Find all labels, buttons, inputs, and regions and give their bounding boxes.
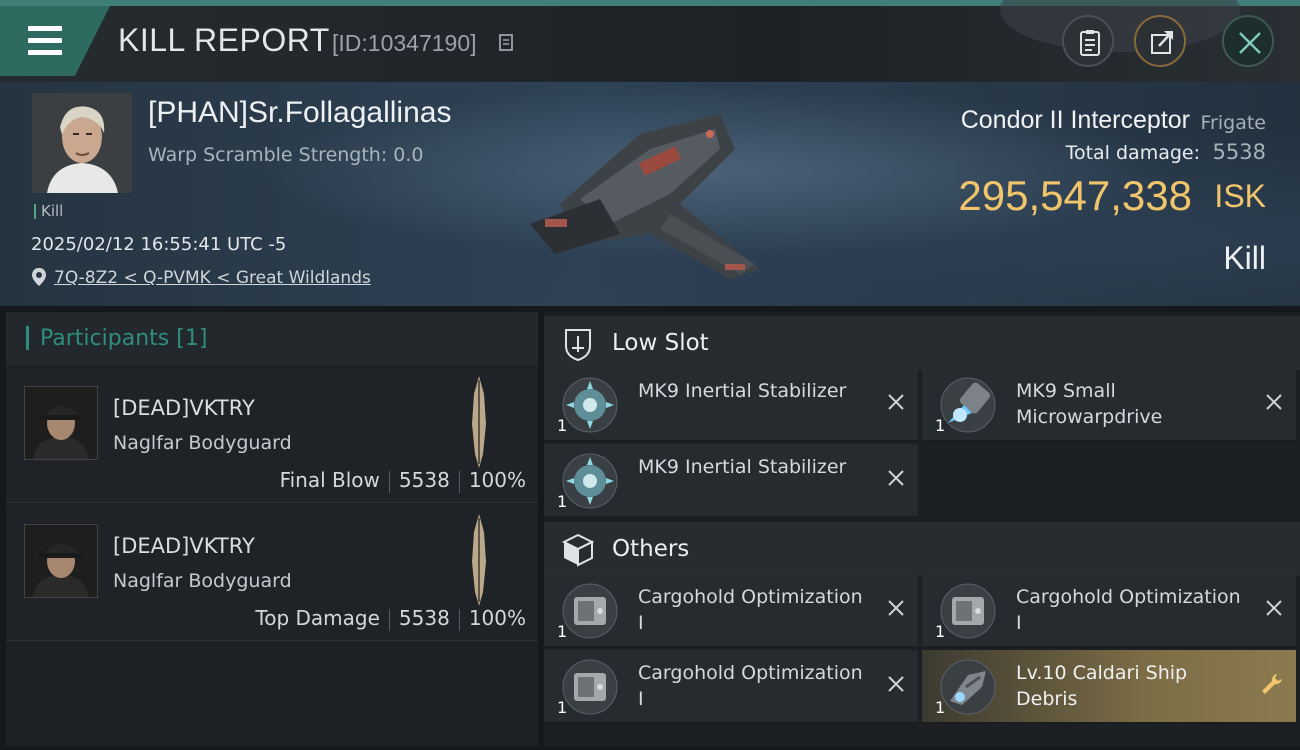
remove-icon[interactable] [1264,392,1284,412]
participant-damage: 5538 [398,468,450,492]
participant-stats: Top Damage 5538 100% [255,606,526,631]
victim-portrait[interactable] [32,93,132,193]
low-slot-icon [565,329,591,362]
location-link[interactable]: 7Q-8Z2 < Q-PVMK < Great Wildlands [54,268,371,288]
cargohold-icon [562,659,618,715]
location-pin-icon [32,268,46,286]
inertial-stabilizer-icon [562,377,618,433]
victim-avatar [32,93,132,193]
low-slot-header: Low Slot [544,316,1300,370]
share-icon [1151,31,1173,54]
participant-role: Final Blow [279,468,380,492]
cargohold-icon [940,583,996,639]
participant-avatar [24,386,98,460]
item-name: Cargohold Optimization I [1016,586,1241,634]
participant-ship: Naglfar Bodyguard [113,432,292,454]
page-title: KILL REPORT [118,22,330,58]
remove-icon[interactable] [1264,598,1284,618]
kill-tag: Kill [34,204,63,219]
report-id: [ID:10347190] [332,30,477,56]
participant-name[interactable]: [DEAD]VKTRY [113,396,255,420]
fitting-item[interactable]: 1 Cargohold Optimization I [544,650,918,724]
cargohold-icon [562,583,618,639]
victim-ship-image [530,114,760,279]
remove-icon[interactable] [886,468,906,488]
clipboard-button[interactable] [1062,15,1114,67]
item-name: MK9 Inertial Stabilizer [638,380,847,402]
participants-header: Participants [1] [6,312,538,366]
isk-unit: ISK [1214,178,1266,214]
clipboard-icon [1080,30,1100,56]
fitting-item[interactable]: 1 MK9 Inertial Stabilizer [544,368,918,442]
participant-ship-icon [472,514,486,606]
close-icon [1239,32,1261,54]
item-name: Lv.10 Caldari Ship Debris [1016,662,1188,710]
participant-stats: Final Blow 5538 100% [280,468,526,493]
planet-decoration [1000,0,1240,52]
participant-role: Top Damage [255,606,380,630]
participant-row[interactable]: [DEAD]VKTRY Naglfar Bodyguard Final Blow… [6,368,538,503]
fitting-item[interactable]: 1 Lv.10 Caldari Ship Debris [922,650,1296,724]
ship-debris-icon [940,659,996,715]
participants-panel: Participants [1] [DEAD]VKTRY Naglfar Bod… [6,312,538,746]
participant-percent: 100% [468,606,526,630]
total-damage-value: 5538 [1212,140,1266,164]
item-name: Cargohold Optimization I [638,586,863,634]
inertial-stabilizer-icon [562,453,618,509]
participants-count: [1] [176,326,208,351]
remove-icon[interactable] [886,598,906,618]
kill-outcome: Kill [1223,240,1266,276]
item-name: MK9 Inertial Stabilizer [638,456,847,478]
participants-title: Participants [1] [40,326,208,351]
kill-timestamp: 2025/02/12 16:55:41 UTC -5 [31,234,287,255]
share-button[interactable] [1134,15,1186,67]
low-slot-title: Low Slot [612,330,709,356]
participant-percent: 100% [468,468,526,492]
others-header: Others [544,522,1300,576]
ship-name[interactable]: Condor II Interceptor [961,106,1190,135]
wrench-icon[interactable] [1260,672,1284,696]
remove-icon[interactable] [886,392,906,412]
warp-scramble-strength: Warp Scramble Strength: 0.0 [148,144,424,166]
participant-ship: Naglfar Bodyguard [113,570,292,592]
participant-row[interactable]: [DEAD]VKTRY Naglfar Bodyguard Top Damage… [6,506,538,641]
isk-value: 295,547,338 [958,172,1192,219]
cube-icon [561,533,595,567]
microwarpdrive-icon [940,377,996,433]
participant-ship-icon [472,376,486,468]
item-name: Cargohold Optimization I [638,662,863,710]
item-quantity: 1 [935,416,946,435]
item-quantity: 1 [557,698,568,717]
victim-banner: [PHAN]Sr.Follagallinas Warp Scramble Str… [0,82,1300,306]
item-quantity: 1 [935,698,946,717]
others-title: Others [612,536,690,562]
item-name: MK9 Small Microwarpdrive [1016,380,1163,428]
close-button[interactable] [1222,15,1274,67]
victim-name[interactable]: [PHAN]Sr.Follagallinas [148,96,451,130]
participant-avatar [24,524,98,598]
remove-icon[interactable] [886,674,906,694]
item-quantity: 1 [557,492,568,511]
fitting-item[interactable]: 1 Cargohold Optimization I [922,574,1296,648]
item-quantity: 1 [557,622,568,641]
participant-damage: 5538 [398,606,450,630]
copy-id-icon[interactable] [498,34,516,54]
fittings-panel: Low Slot 1 MK9 Inertial Stabilizer 1 MK9… [544,312,1300,746]
fitting-item[interactable]: 1 Cargohold Optimization I [544,574,918,648]
total-damage-label: Total damage: [1065,142,1200,164]
participant-name[interactable]: [DEAD]VKTRY [113,534,255,558]
item-quantity: 1 [935,622,946,641]
fitting-item[interactable]: 1 MK9 Inertial Stabilizer [544,444,918,518]
fitting-item[interactable]: 1 MK9 Small Microwarpdrive [922,368,1296,442]
ship-class: Frigate [1200,112,1266,134]
item-quantity: 1 [557,416,568,435]
